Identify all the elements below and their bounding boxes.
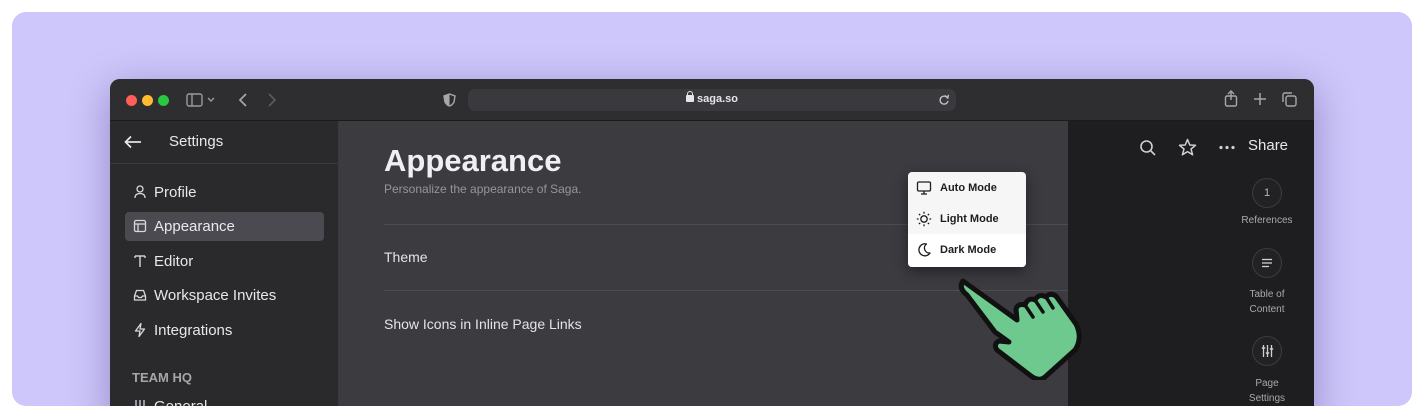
table-of-content-button[interactable] bbox=[1252, 248, 1282, 278]
right-panel: Share 1 References Table of Content Page… bbox=[1068, 121, 1314, 406]
close-window-button[interactable] bbox=[126, 95, 137, 106]
sidebar-item-label: Workspace Invites bbox=[154, 287, 277, 304]
sidebar-item-label: General bbox=[154, 398, 207, 406]
new-tab-icon[interactable] bbox=[1253, 92, 1267, 106]
inbox-icon bbox=[133, 289, 147, 301]
sidebar-item-integrations[interactable]: Integrations bbox=[125, 316, 324, 345]
sidebar-item-label: Appearance bbox=[154, 218, 235, 235]
sidebar-item-label: Profile bbox=[154, 184, 197, 201]
monitor-icon bbox=[916, 181, 932, 195]
more-options-icon[interactable] bbox=[1219, 145, 1235, 150]
theme-option-label: Light Mode bbox=[940, 213, 999, 225]
sidebar-item-label: Integrations bbox=[154, 322, 233, 339]
sidebar-item-general[interactable]: General bbox=[125, 392, 324, 406]
theme-label: Theme bbox=[384, 249, 428, 265]
settings-sidebar: Settings Profile Appearance Editor Works… bbox=[110, 121, 339, 406]
sidebar-title: Settings bbox=[169, 133, 224, 150]
theme-option-auto[interactable]: Auto Mode bbox=[908, 172, 1026, 203]
sidebar-item-appearance[interactable]: Appearance bbox=[125, 212, 324, 241]
url-text: saga.so bbox=[468, 91, 956, 105]
sliders-icon bbox=[135, 400, 145, 406]
sidebar-header: Settings bbox=[110, 121, 339, 164]
minimize-window-button[interactable] bbox=[142, 95, 153, 106]
sidebar-toggle-icon[interactable] bbox=[186, 93, 216, 107]
page-settings-label-line1: Page bbox=[1255, 378, 1279, 389]
sun-icon bbox=[916, 211, 932, 227]
browser-window: saga.so Settings Profile Appearance Edit… bbox=[110, 79, 1314, 406]
list-icon bbox=[1262, 258, 1272, 268]
layout-icon bbox=[133, 219, 147, 233]
address-bar[interactable]: saga.so bbox=[468, 89, 956, 111]
text-icon bbox=[134, 255, 146, 267]
theme-option-light[interactable]: Light Mode bbox=[908, 203, 1026, 234]
search-icon[interactable] bbox=[1139, 139, 1157, 157]
references-label: References bbox=[1241, 215, 1293, 226]
sidebar-item-editor[interactable]: Editor bbox=[125, 247, 324, 276]
tab-overview-icon[interactable] bbox=[1282, 92, 1297, 107]
theme-option-label: Dark Mode bbox=[940, 244, 997, 256]
back-arrow-icon[interactable] bbox=[124, 135, 142, 149]
page-settings-button[interactable] bbox=[1252, 336, 1282, 366]
page-title: Appearance bbox=[384, 143, 562, 178]
browser-titlebar: saga.so bbox=[110, 79, 1314, 121]
star-icon[interactable] bbox=[1178, 138, 1197, 157]
share-button[interactable]: Share bbox=[1248, 137, 1288, 154]
sidebar-group-label: TEAM HQ bbox=[132, 370, 192, 385]
backdrop: saga.so Settings Profile Appearance Edit… bbox=[12, 12, 1412, 406]
url-label: saga.so bbox=[697, 93, 738, 105]
forward-nav-icon[interactable] bbox=[266, 92, 278, 108]
theme-dropdown-menu: Auto Mode Light Mode Dark Mode bbox=[908, 172, 1026, 267]
page-subtitle: Personalize the appearance of Saga. bbox=[384, 182, 582, 196]
sidebar-item-profile[interactable]: Profile bbox=[125, 178, 324, 207]
theme-option-label: Auto Mode bbox=[940, 182, 997, 194]
pointing-hand-cursor-icon bbox=[958, 278, 1082, 380]
back-nav-icon[interactable] bbox=[237, 92, 249, 108]
toc-label-line1: Table of bbox=[1249, 289, 1285, 300]
page-settings-label-line2: Settings bbox=[1248, 393, 1286, 404]
toc-label-line2: Content bbox=[1249, 304, 1285, 315]
sliders-icon bbox=[1261, 345, 1274, 357]
person-icon bbox=[134, 185, 146, 199]
lock-icon bbox=[686, 91, 695, 102]
share-sheet-icon[interactable] bbox=[1224, 90, 1238, 107]
reload-icon[interactable] bbox=[938, 94, 950, 106]
privacy-shield-icon[interactable] bbox=[443, 93, 456, 107]
zoom-window-button[interactable] bbox=[158, 95, 169, 106]
inline-icons-label: Show Icons in Inline Page Links bbox=[384, 316, 582, 332]
bolt-icon bbox=[134, 322, 146, 338]
sidebar-item-label: Editor bbox=[154, 253, 194, 270]
moon-icon bbox=[918, 243, 931, 257]
references-button[interactable]: 1 bbox=[1252, 178, 1282, 208]
sidebar-item-workspace-invites[interactable]: Workspace Invites bbox=[125, 281, 324, 310]
